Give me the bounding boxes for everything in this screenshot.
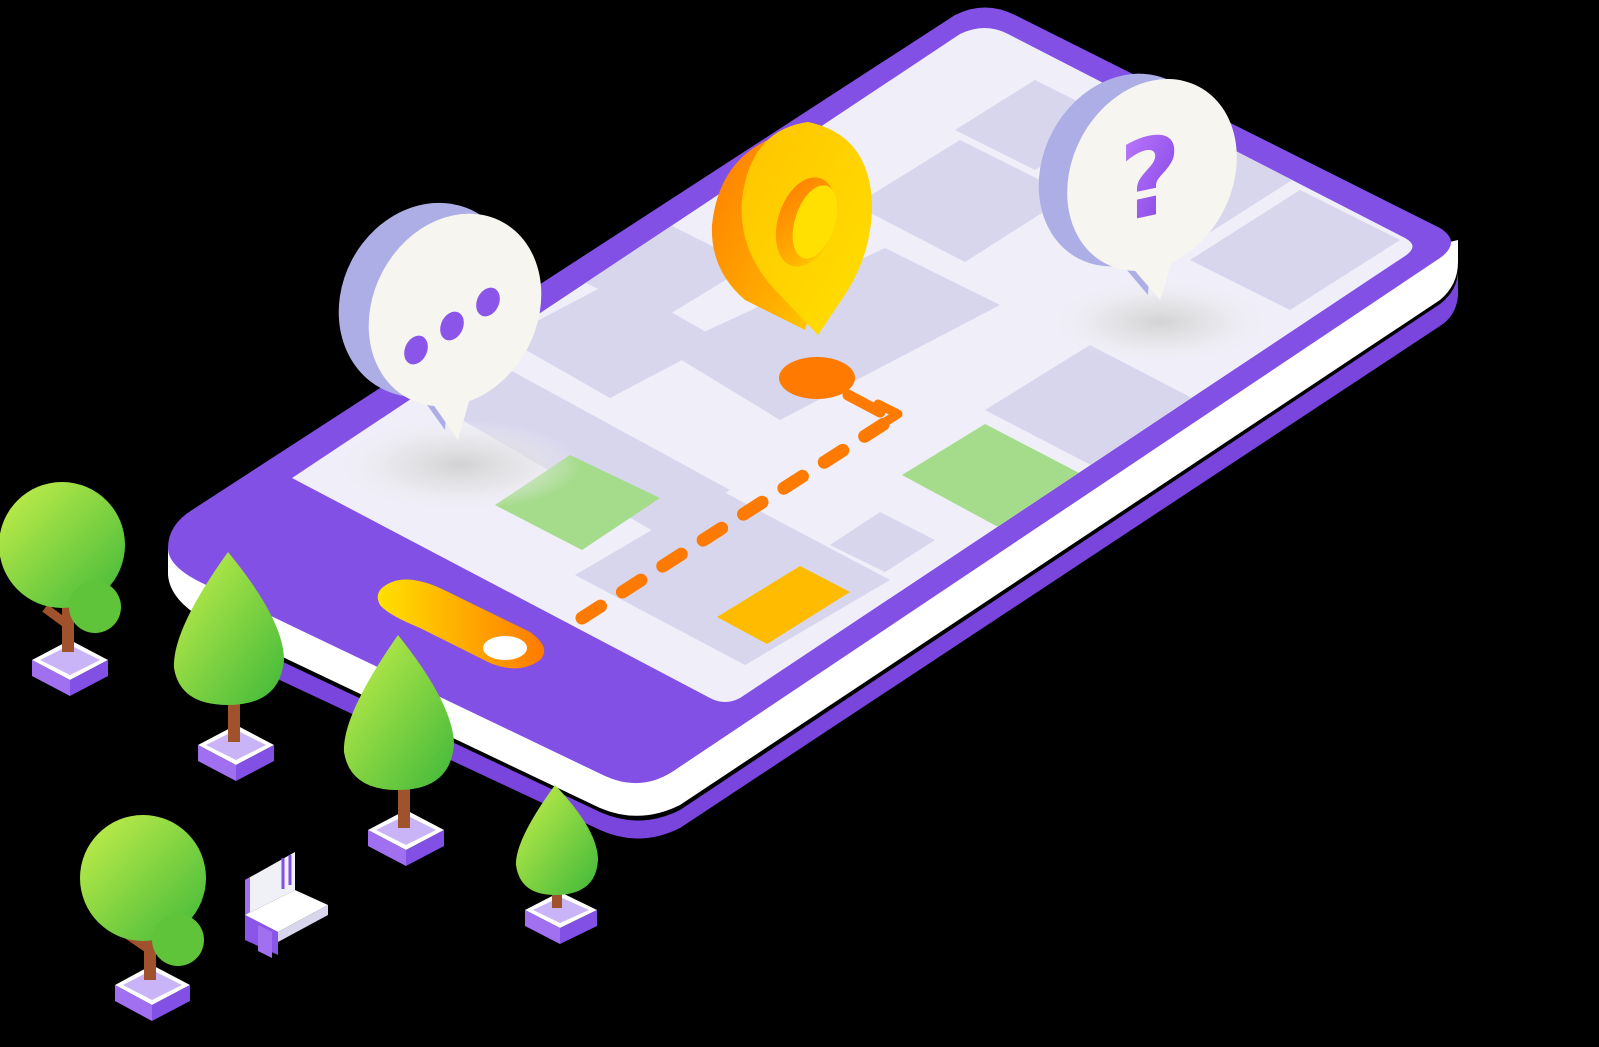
bubble-shadow [340, 420, 580, 510]
round-tree [80, 815, 206, 1021]
isometric-phone-map-illustration: ? [0, 7, 1458, 1021]
park-bench [245, 852, 328, 958]
home-button-dot [483, 636, 527, 660]
route-origin-dot [779, 357, 855, 399]
round-tree [0, 482, 125, 696]
question-mark-icon: ? [1119, 109, 1182, 248]
